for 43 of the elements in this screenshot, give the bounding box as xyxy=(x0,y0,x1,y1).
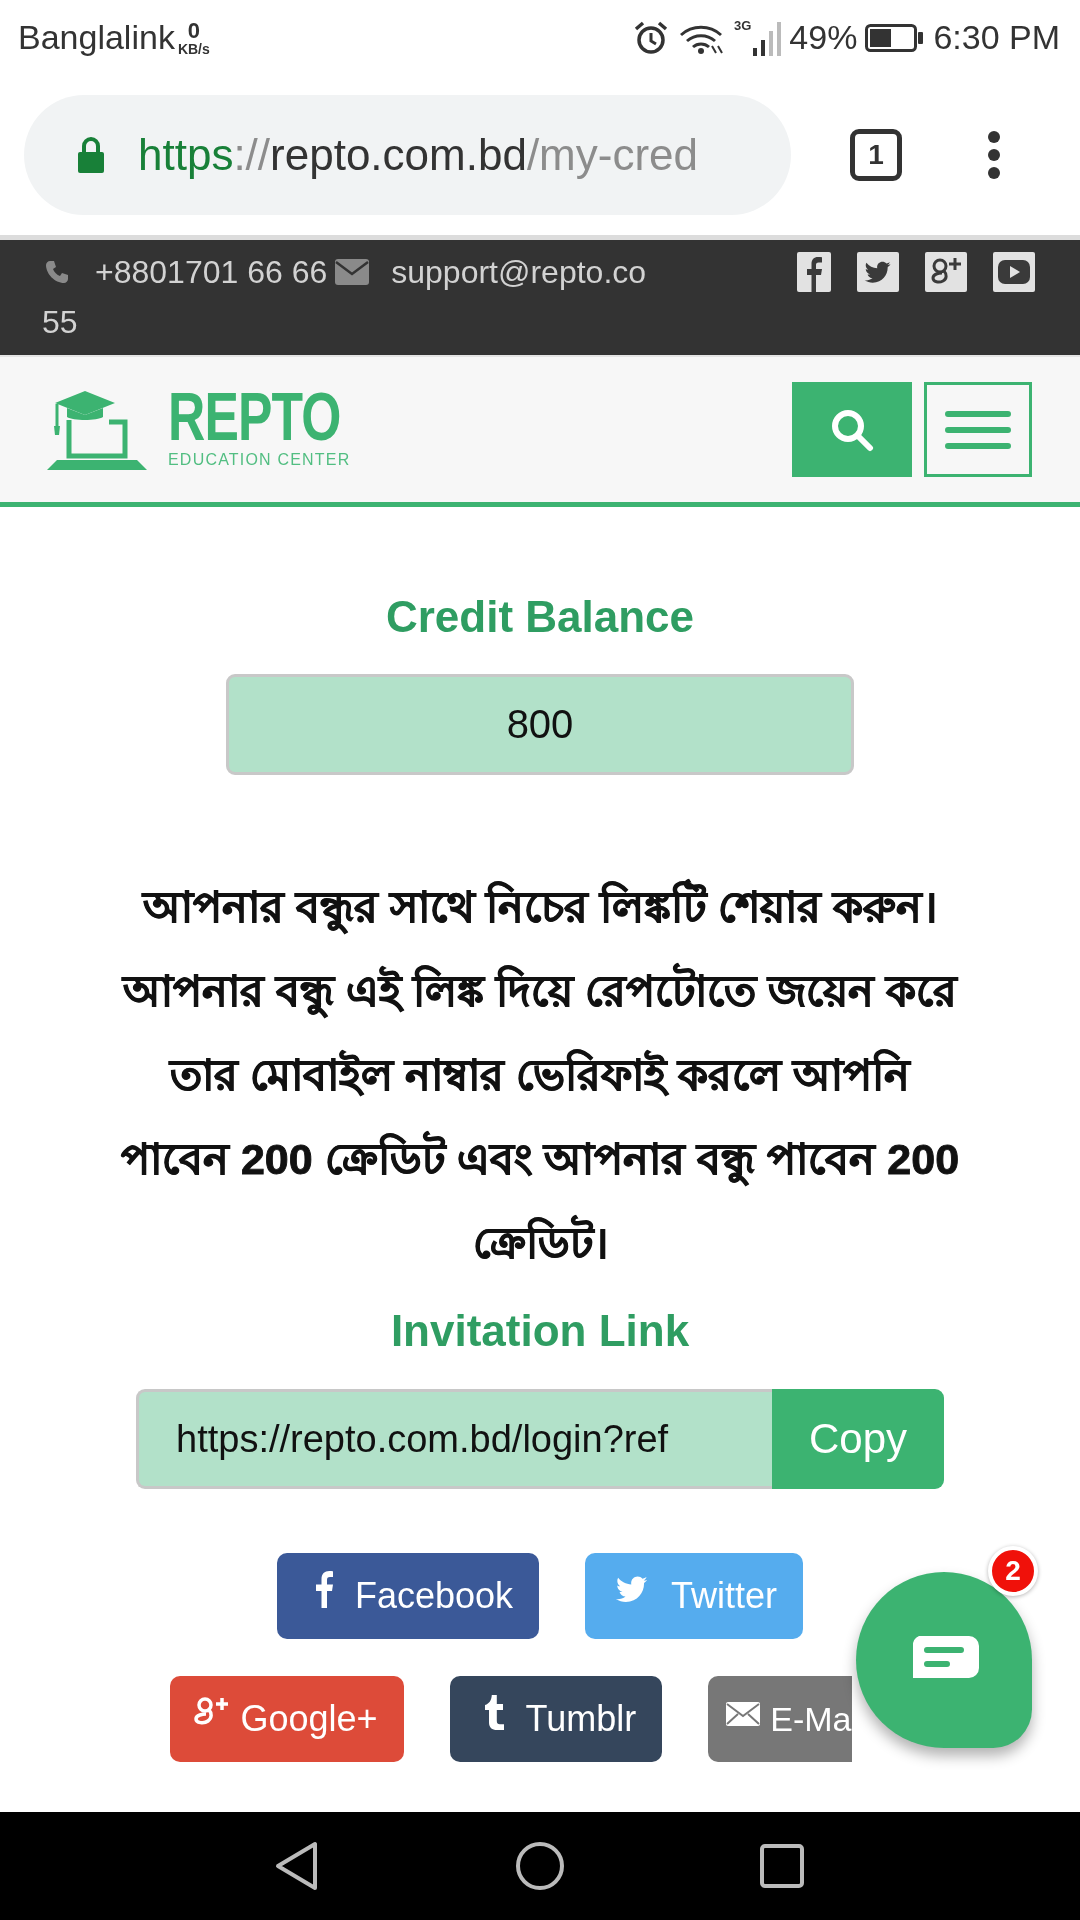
facebook-share-button[interactable]: Facebook xyxy=(276,1553,540,1639)
more-menu-icon[interactable] xyxy=(987,130,1001,180)
carrier-name: Banglalink xyxy=(18,18,175,57)
twitter-bird-icon[interactable] xyxy=(857,252,899,292)
logo-title: REPTO xyxy=(168,381,341,451)
facebook-icon[interactable] xyxy=(797,252,831,292)
phone-number: +8801701 66 66 xyxy=(95,253,328,291)
tab-switcher-button[interactable]: 1 xyxy=(850,129,902,181)
search-icon xyxy=(830,407,874,452)
envelope-icon xyxy=(726,1702,761,1726)
battery-icon xyxy=(865,23,924,52)
alarm-clock-icon xyxy=(633,20,668,55)
email-share-button[interactable]: E-Ma xyxy=(708,1676,852,1762)
phone-number: 55 xyxy=(42,303,78,341)
bird-icon xyxy=(615,1576,650,1604)
clock-time: 6:30 PM xyxy=(933,18,1060,57)
hamburger-menu-icon xyxy=(945,409,1011,450)
tumblr-t-icon xyxy=(483,1694,506,1730)
network-type: 3G xyxy=(733,18,752,33)
home-icon[interactable] xyxy=(515,1841,565,1891)
facebook-f-icon xyxy=(314,1570,333,1608)
battery-percent: 49% xyxy=(789,18,858,57)
credit-balance-field: 800 xyxy=(226,674,854,775)
share-instructions-text: আপনার বন্ধুর সাথে নিচের লিঙ্কটি শেয়ার করুন। আপনার বন্ধু এই লিঙ্ক দিয়ে রেপটোতে জয়েন করে তার মোবাইল নাম্বার ভেরিফাই করলে আপনি পাবেন 200 ক্রেডিট এবং আপনার বন্ধু পাবেন 200 ক্রেডিট। xyxy=(50,865,1030,1285)
google-plus-icon xyxy=(194,1696,231,1728)
lock-icon xyxy=(76,136,106,174)
search-button[interactable] xyxy=(792,382,912,477)
google-plus-icon[interactable] xyxy=(925,252,967,292)
tumblr-share-button[interactable]: Tumblr xyxy=(449,1676,663,1762)
credit-balance-title: Credit Balance xyxy=(385,591,695,643)
google-plus-share-button[interactable]: Google+ xyxy=(170,1676,404,1762)
signal-bars-icon xyxy=(753,19,784,56)
network-speed: 0 KB/s xyxy=(177,19,210,56)
recent-apps-icon[interactable] xyxy=(759,1843,805,1889)
youtube-icon[interactable] xyxy=(993,252,1035,292)
address-bar[interactable]: https://repto.com.bd/my-cred xyxy=(24,95,791,215)
logo-subtitle: EDUCATION CENTER xyxy=(168,450,351,469)
invitation-link-title: Invitation Link xyxy=(390,1305,690,1357)
invitation-link-field[interactable]: https://repto.com.bd/login?ref xyxy=(136,1389,772,1489)
graduation-cap-laptop-icon xyxy=(47,389,147,470)
email-address: support@repto.co xyxy=(391,253,647,291)
phone-icon xyxy=(45,260,69,284)
envelope-icon xyxy=(335,259,370,285)
